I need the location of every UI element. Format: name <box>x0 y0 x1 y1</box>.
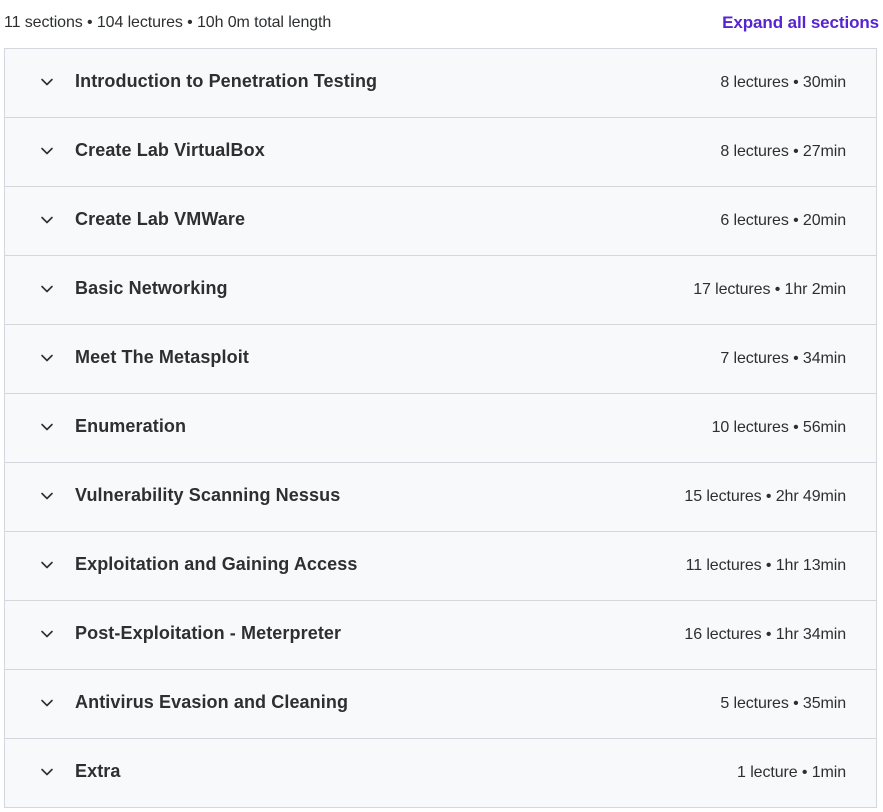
curriculum-summary-text: 11 sections • 104 lectures • 10h 0m tota… <box>4 14 332 31</box>
section-title: Enumeration <box>75 416 187 436</box>
section-meta: 16 lectures • 1hr 34min <box>684 626 846 643</box>
section-row[interactable]: Antivirus Evasion and Cleaning 5 lecture… <box>5 670 876 739</box>
chevron-down-icon <box>39 184 55 255</box>
chevron-down-icon <box>39 391 55 462</box>
section-list: Introduction to Penetration Testing 8 le… <box>4 48 877 808</box>
section-meta: 5 lectures • 35min <box>720 695 846 712</box>
section-title: Create Lab VMWare <box>75 209 246 229</box>
section-row[interactable]: Meet The Metasploit 7 lectures • 34min <box>5 325 876 394</box>
chevron-down-icon <box>39 529 55 600</box>
section-title: Exploitation and Gaining Access <box>75 554 358 574</box>
section-meta: 11 lectures • 1hr 13min <box>685 557 847 574</box>
section-row[interactable]: Exploitation and Gaining Access 11 lectu… <box>5 532 876 601</box>
section-meta: 15 lectures • 2hr 49min <box>684 488 846 505</box>
chevron-down-icon <box>39 667 55 738</box>
chevron-down-icon <box>39 736 55 807</box>
section-title: Vulnerability Scanning Nessus <box>75 485 341 505</box>
chevron-down-icon <box>39 115 55 186</box>
section-row[interactable]: Enumeration 10 lectures • 56min <box>5 394 876 463</box>
section-row[interactable]: Vulnerability Scanning Nessus 15 lecture… <box>5 463 876 532</box>
section-row[interactable]: Basic Networking 17 lectures • 1hr 2min <box>5 256 876 325</box>
section-meta: 17 lectures • 1hr 2min <box>693 281 846 298</box>
section-meta: 10 lectures • 56min <box>711 419 847 436</box>
chevron-down-icon <box>39 253 55 324</box>
section-meta: 6 lectures • 20min <box>720 212 846 229</box>
section-title: Antivirus Evasion and Cleaning <box>75 692 349 712</box>
section-row[interactable]: Extra 1 lecture • 1min <box>5 739 876 807</box>
section-row[interactable]: Post-Exploitation - Meterpreter 16 lectu… <box>5 601 876 670</box>
section-meta: 1 lecture • 1min <box>737 764 846 781</box>
section-meta: 7 lectures • 34min <box>720 350 846 367</box>
chevron-down-icon <box>39 46 55 117</box>
section-row[interactable]: Create Lab VMWare 6 lectures • 20min <box>5 187 876 256</box>
expand-all-sections-button[interactable]: Expand all sections <box>722 13 879 33</box>
section-meta: 8 lectures • 27min <box>720 143 846 160</box>
section-meta: 8 lectures • 30min <box>720 74 846 91</box>
curriculum-summary-bar: 11 sections • 104 lectures • 10h 0m tota… <box>4 0 879 46</box>
section-title: Introduction to Penetration Testing <box>75 71 378 91</box>
chevron-down-icon <box>39 460 55 531</box>
section-title: Create Lab VirtualBox <box>75 140 265 160</box>
section-title: Post-Exploitation - Meterpreter <box>75 623 342 643</box>
section-title: Basic Networking <box>75 278 228 298</box>
section-row[interactable]: Introduction to Penetration Testing 8 le… <box>5 49 876 118</box>
section-row[interactable]: Create Lab VirtualBox 8 lectures • 27min <box>5 118 876 187</box>
chevron-down-icon <box>39 322 55 393</box>
section-title: Meet The Metasploit <box>75 347 249 367</box>
chevron-down-icon <box>39 598 55 669</box>
course-curriculum: 11 sections • 104 lectures • 10h 0m tota… <box>0 0 883 812</box>
section-title: Extra <box>75 761 121 781</box>
